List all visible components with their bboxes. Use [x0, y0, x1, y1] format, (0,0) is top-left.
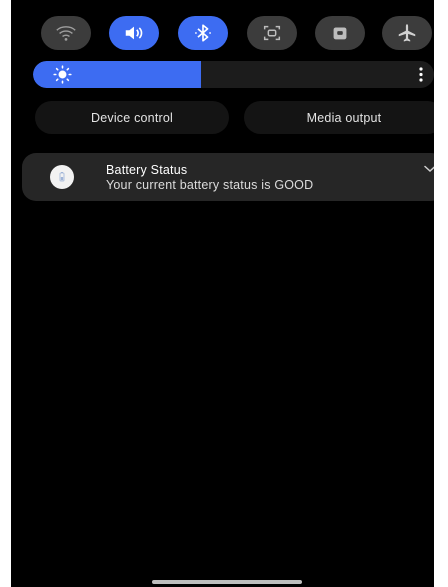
notification-title: Battery Status: [106, 163, 188, 177]
bluetooth-icon: [195, 24, 211, 42]
wifi-icon: [56, 26, 76, 41]
screenshot-icon: [263, 25, 281, 41]
screen-capture-toggle[interactable]: [247, 16, 297, 50]
more-vertical-icon[interactable]: [418, 66, 424, 83]
airplane-mode-toggle[interactable]: [382, 16, 432, 50]
home-indicator[interactable]: [152, 580, 302, 584]
quick-panel: Device control Media output Battery Stat…: [11, 0, 434, 587]
volume-icon: [125, 26, 143, 40]
chevron-down-icon[interactable]: [424, 165, 434, 173]
lock-toggle[interactable]: [315, 16, 365, 50]
media-output-label: Media output: [306, 110, 382, 125]
airplane-icon: [398, 24, 416, 42]
wifi-toggle[interactable]: [41, 16, 91, 50]
device-control-label: Device control: [91, 110, 173, 125]
bluetooth-toggle[interactable]: [178, 16, 228, 50]
device-control-button[interactable]: Device control: [35, 101, 229, 134]
quick-settings-row: [41, 16, 432, 52]
lock-icon: [333, 27, 347, 40]
battery-notification-card[interactable]: Battery Status Your current battery stat…: [22, 153, 434, 201]
media-output-button[interactable]: Media output: [244, 101, 434, 134]
sun-icon: [53, 65, 72, 84]
battery-app-icon: [50, 165, 74, 189]
notification-text: Your current battery status is GOOD: [106, 178, 314, 192]
brightness-slider[interactable]: [33, 61, 434, 88]
sound-toggle[interactable]: [109, 16, 159, 50]
